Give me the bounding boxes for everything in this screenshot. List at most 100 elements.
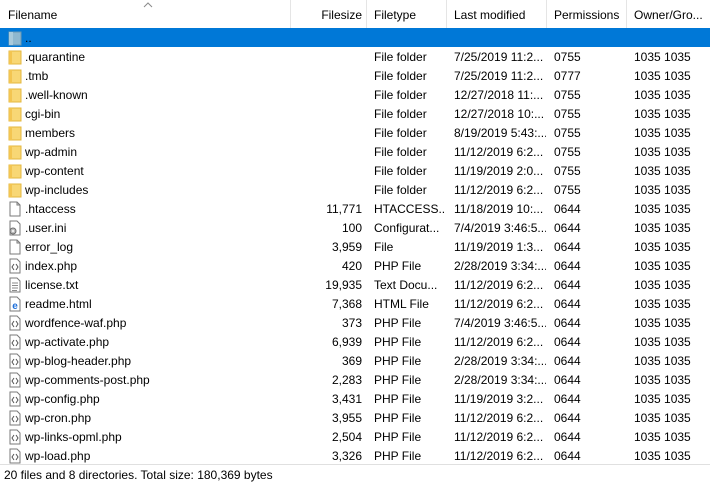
file-name: index.php — [25, 259, 78, 273]
file-permissions: 0644 — [554, 411, 581, 425]
php-file-icon — [8, 353, 22, 369]
column-owner-group[interactable]: Owner/Gro... — [626, 0, 710, 28]
file-last-modified: 11/12/2019 6:2... — [454, 335, 544, 349]
file-type — [374, 28, 446, 47]
file-row[interactable]: wp-content File folder 11/19/2019 2:0... 07… — [0, 161, 710, 180]
file-last-modified: 8/19/2019 5:43:... — [454, 126, 546, 140]
php-file-icon — [8, 258, 22, 274]
file-row[interactable]: wp-cron.php 3,955 PHP File 11/12/2019 6:2..… — [0, 408, 710, 427]
file-row[interactable]: .user.ini 100 Configurat... 7/4/2019 3:46:5… — [0, 218, 710, 237]
file-last-modified: 11/19/2019 1:3... — [454, 240, 544, 254]
file-size: 7,368 — [331, 297, 362, 311]
file-row[interactable]: members File folder 8/19/2019 5:43:... 0755… — [0, 123, 710, 142]
file-size — [293, 66, 362, 85]
file-name: wp-includes — [25, 183, 89, 197]
folder-icon — [8, 125, 22, 141]
file-name: wp-activate.php — [25, 335, 110, 349]
file-name: wp-links-opml.php — [25, 430, 122, 444]
file-type: PHP File — [374, 354, 422, 368]
status-bar: 20 files and 8 directories. Total size: … — [0, 464, 710, 493]
file-row[interactable]: wp-blog-header.php 369 PHP File 2/28/2019 3… — [0, 351, 710, 370]
column-owner-group-label: Owner/Gro... — [634, 8, 703, 22]
file-size: 3,959 — [331, 240, 362, 254]
config-file-icon — [8, 220, 22, 236]
file-last-modified: 11/12/2019 6:2... — [454, 278, 544, 292]
file-last-modified: 12/27/2018 11:... — [454, 88, 544, 102]
file-row[interactable]: wp-admin File folder 11/12/2019 6:2... 0755… — [0, 142, 710, 161]
column-permissions-label: Permissions — [554, 8, 620, 22]
parent-directory-row[interactable]: .. — [0, 28, 710, 47]
file-row[interactable]: wp-load.php 3,326 PHP File 11/12/2019 6:2..… — [0, 446, 710, 464]
file-last-modified: 11/12/2019 6:2... — [454, 411, 544, 425]
file-row[interactable]: error_log 3,959 File 11/19/2019 1:3... 0644 1… — [0, 237, 710, 256]
file-permissions: 0755 — [554, 145, 581, 159]
file-row[interactable]: index.php 420 PHP File 2/28/2019 3:34:... 06… — [0, 256, 710, 275]
file-permissions: 0644 — [554, 392, 581, 406]
file-row[interactable]: wp-comments-post.php 2,283 PHP File 2/28/20… — [0, 370, 710, 389]
file-size — [293, 123, 362, 142]
file-row[interactable]: wp-includes File folder 11/12/2019 6:2... 0… — [0, 180, 710, 199]
file-size — [293, 28, 362, 47]
file-name: license.txt — [25, 278, 79, 292]
file-permissions: 0644 — [554, 240, 581, 254]
file-row[interactable]: .htaccess 11,771 HTACCESS... 11/18/2019 10:… — [0, 199, 710, 218]
file-row[interactable]: wordfence-waf.php 373 PHP File 7/4/2019 3:4… — [0, 313, 710, 332]
file-owner-group: 1035 1035 — [634, 164, 691, 178]
file-type: PHP File — [374, 316, 422, 330]
file-type: PHP File — [374, 430, 422, 444]
file-name: wp-config.php — [25, 392, 100, 406]
file-permissions: 0755 — [554, 50, 581, 64]
file-row[interactable]: wp-activate.php 6,939 PHP File 11/12/2019 6… — [0, 332, 710, 351]
column-permissions[interactable]: Permissions — [546, 0, 626, 28]
file-last-modified: 11/19/2019 3:2... — [454, 392, 544, 406]
file-last-modified — [454, 28, 546, 47]
column-filesize[interactable]: Filesize — [290, 0, 366, 28]
file-last-modified: 7/4/2019 3:46:5... — [454, 221, 546, 235]
file-size: 373 — [341, 316, 362, 330]
file-name: wp-blog-header.php — [25, 354, 132, 368]
file-row[interactable]: .quarantine File folder 7/25/2019 11:2... 0… — [0, 47, 710, 66]
file-row[interactable]: cgi-bin File folder 12/27/2018 10:... 0755 1… — [0, 104, 710, 123]
file-permissions: 0777 — [554, 69, 581, 83]
file-size: 6,939 — [331, 335, 362, 349]
file-permissions: 0755 — [554, 164, 581, 178]
column-filetype-label: Filetype — [374, 8, 417, 22]
column-filetype[interactable]: Filetype — [366, 0, 446, 28]
file-row[interactable]: wp-config.php 3,431 PHP File 11/19/2019 3:2… — [0, 389, 710, 408]
file-type: PHP File — [374, 335, 422, 349]
file-name: members — [25, 126, 76, 140]
file-owner-group: 1035 1035 — [634, 297, 691, 311]
file-last-modified: 2/28/2019 3:34:... — [454, 354, 546, 368]
file-owner-group: 1035 1035 — [634, 88, 691, 102]
file-owner-group: 1035 1035 — [634, 107, 691, 121]
file-size — [293, 47, 362, 66]
php-file-icon — [8, 372, 22, 388]
remote-file-list[interactable]: Filename Filesize Filetype Last modified… — [0, 0, 710, 464]
folder-icon — [8, 144, 22, 160]
file-row[interactable]: wp-links-opml.php 2,504 PHP File 11/12/2019… — [0, 427, 710, 446]
folder-icon — [8, 49, 22, 65]
file-row[interactable]: .tmb File folder 7/25/2019 11:2... 0777 1035… — [0, 66, 710, 85]
file-last-modified: 12/27/2018 10:... — [454, 107, 545, 121]
file-row[interactable]: e readme.html 7,368 HTML File 11/12/2019 6:2… — [0, 294, 710, 313]
file-size: 11,771 — [326, 202, 362, 216]
file-type: PHP File — [374, 373, 422, 387]
file-row[interactable]: license.txt 19,935 Text Docu... 11/12/2019 … — [0, 275, 710, 294]
html-file-icon: e — [8, 296, 22, 312]
file-size: 3,955 — [331, 411, 362, 425]
column-header: Filename Filesize Filetype Last modified… — [0, 0, 710, 29]
file-last-modified: 11/18/2019 10:... — [454, 202, 544, 216]
column-last-modified-label: Last modified — [454, 8, 526, 22]
file-type: PHP File — [374, 259, 422, 273]
column-last-modified[interactable]: Last modified — [446, 0, 546, 28]
file-size: 100 — [341, 221, 362, 235]
file-name: wp-cron.php — [25, 411, 92, 425]
file-owner-group: 1035 1035 — [634, 183, 691, 197]
php-file-icon — [8, 429, 22, 445]
file-type: HTML File — [374, 297, 429, 311]
file-row[interactable]: .well-known File folder 12/27/2018 11:... 0… — [0, 85, 710, 104]
file-owner-group: 1035 1035 — [634, 335, 691, 349]
file-owner-group: 1035 1035 — [634, 145, 691, 159]
file-name: wp-load.php — [25, 449, 91, 463]
file-type: File folder — [374, 164, 427, 178]
